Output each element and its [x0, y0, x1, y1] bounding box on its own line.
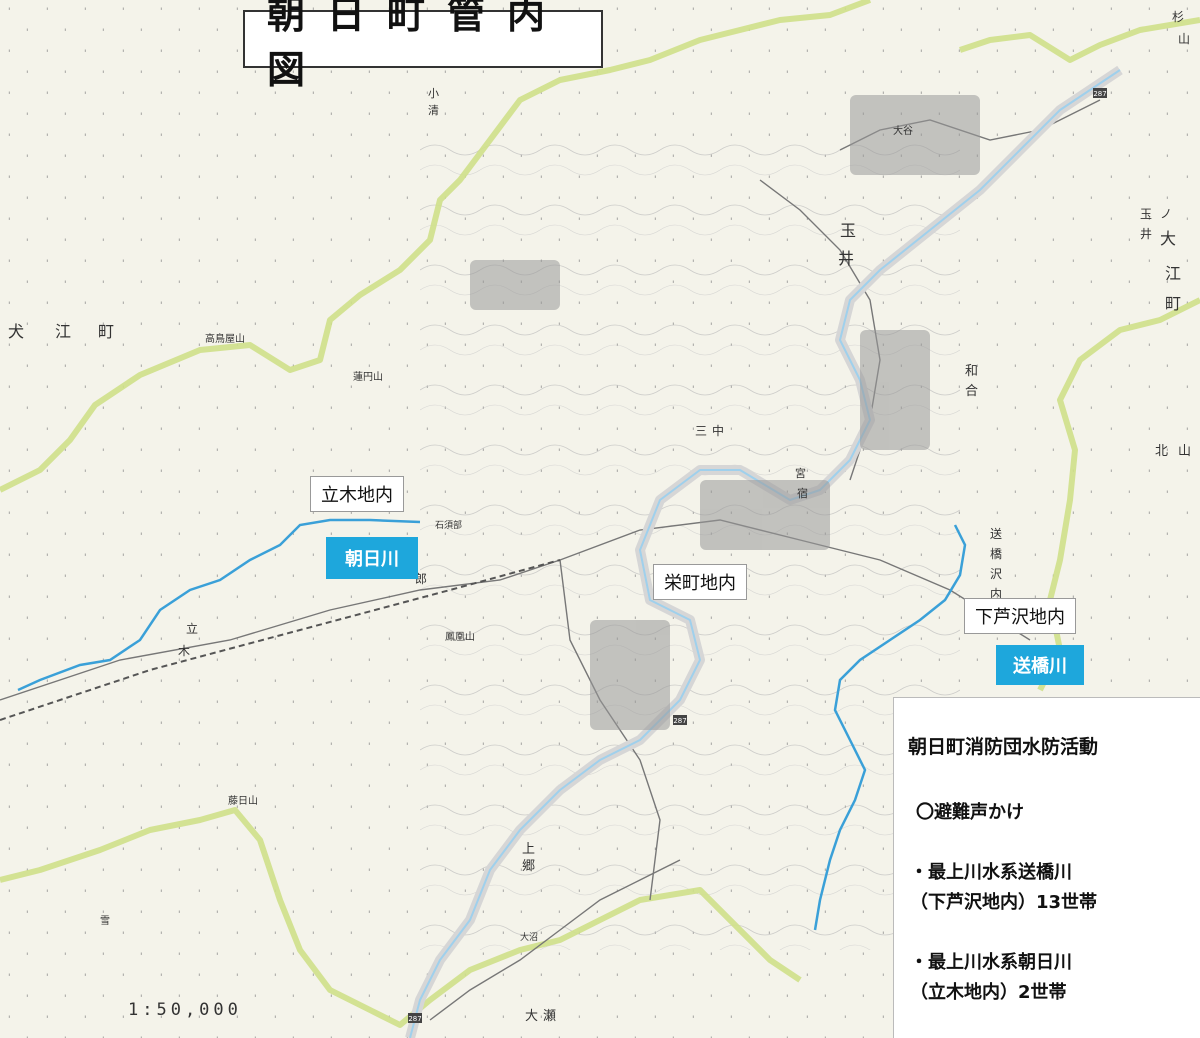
asahi-river-label: 朝日川	[326, 537, 418, 579]
map-text: 三	[695, 424, 708, 438]
map-text: 宮	[795, 467, 806, 480]
map-text: 山	[1178, 444, 1192, 459]
map-text: 井	[838, 249, 855, 268]
info-panel-heading: 〇避難声かけ	[916, 802, 1024, 823]
map-text: 犬	[8, 322, 25, 341]
map-text: 中	[712, 424, 725, 438]
map-text: 合	[965, 384, 979, 399]
map-scale: 1:50,000	[128, 1000, 242, 1020]
map-text: 大	[525, 1009, 539, 1024]
map-text: 高鳥屋山	[205, 334, 245, 345]
map-text: 江	[55, 322, 72, 341]
info-panel-item2-line2: （立木地内）2世帯	[910, 982, 1067, 1003]
map-text: 鳳凰山	[445, 632, 475, 643]
info-panel-item1-line1: ・最上川水系送橋川	[910, 862, 1072, 883]
map-text: ノ	[1160, 207, 1173, 221]
info-panel-title: 朝日町消防団水防活動	[908, 736, 1099, 758]
map-text: 橋	[990, 547, 1003, 561]
sakae-area-label: 栄町地内	[653, 564, 747, 600]
map-text: 大	[1160, 229, 1177, 248]
map-text: 宿	[797, 487, 808, 500]
map-text: 北	[1155, 444, 1169, 459]
info-panel-item2-line1: ・最上川水系朝日川	[910, 952, 1072, 973]
map-text: 藤日山	[228, 796, 258, 807]
map-text: 山	[1178, 32, 1191, 46]
tachiki-area-label: 立木地内	[310, 476, 404, 512]
map-text: 送	[990, 527, 1003, 541]
map-text: 雪	[100, 916, 110, 927]
map-text: 清	[428, 104, 439, 117]
map-text: 江	[1165, 264, 1182, 283]
map-text: 大沼	[520, 933, 539, 943]
map-text: 木	[178, 644, 191, 658]
map-text: 杉	[1172, 10, 1185, 24]
map-text: 大谷	[893, 126, 913, 137]
map-text: 立	[186, 622, 199, 636]
map-title: 朝日町管内図	[243, 0, 603, 92]
map-text: 沢	[990, 567, 1003, 581]
info-panel-item1-line2: （下芦沢地内）13世帯	[910, 892, 1098, 913]
map-text: 和	[965, 364, 979, 379]
map-text: 蓮円山	[353, 372, 383, 383]
map-text: 町	[1165, 294, 1182, 313]
map-text: 町	[98, 322, 115, 341]
info-panel: 朝日町消防団水防活動 〇避難声かけ ・最上川水系送橋川 （下芦沢地内）13世帯 …	[893, 697, 1200, 1038]
map-text: 郷	[522, 859, 536, 874]
map-text: 井	[1140, 227, 1153, 241]
shimoashisawa-area-label: 下芦沢地内	[964, 598, 1076, 634]
map-text: 瀬	[543, 1009, 557, 1024]
map-text: 玉	[1140, 207, 1153, 221]
okuhashi-river-label: 送橋川	[996, 645, 1084, 685]
map-text: 玉	[840, 221, 857, 240]
map-text: 石須部	[435, 521, 463, 531]
